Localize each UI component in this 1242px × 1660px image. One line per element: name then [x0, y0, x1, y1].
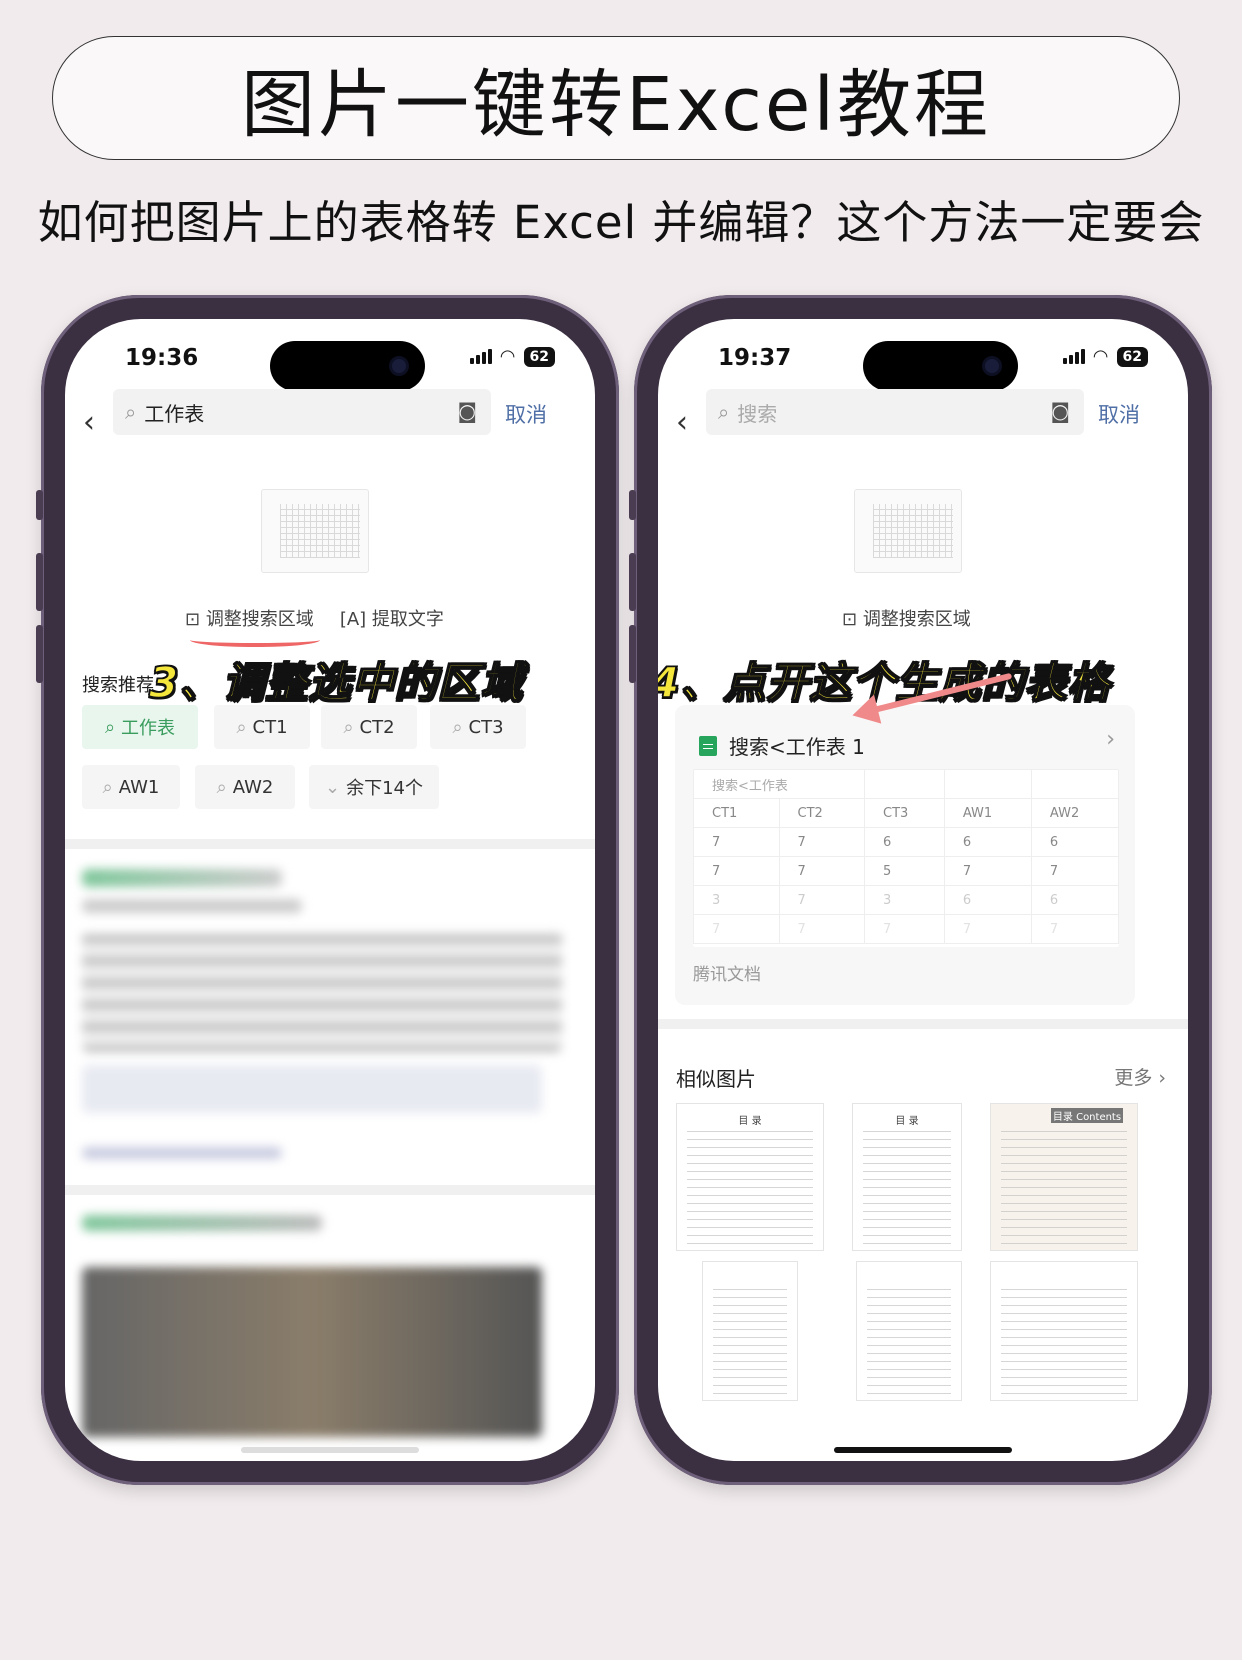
phone-left: 19:36 ◠ 62 ‹ ⌕ 工作表 ◙ 取消 ⊡ 调整搜索区域 [A] 提取文… — [36, 295, 619, 1485]
search-input[interactable]: ⌕ 搜索 ◙ — [706, 389, 1084, 435]
back-button[interactable]: ‹ — [676, 405, 688, 440]
table-header-cell: 搜索<工作表 — [693, 769, 866, 799]
crop-icon: ⊡ — [842, 609, 863, 630]
result-title: 搜索<工作表 1 — [699, 731, 865, 760]
search-value: 工作表 — [144, 401, 205, 426]
page-title: 图片一键转Excel教程 — [52, 36, 1180, 160]
blurred-result-line — [82, 1147, 282, 1159]
blurred-video-thumbnail — [82, 1267, 542, 1437]
adjust-region-button[interactable]: ⊡ 调整搜索区域 — [842, 605, 971, 631]
camera-icon[interactable]: ◙ — [458, 399, 477, 423]
similar-image[interactable] — [856, 1261, 962, 1401]
table-column-header: AW1 — [943, 798, 1032, 828]
table-row: 77577 — [693, 856, 1119, 886]
phone-button — [36, 625, 43, 683]
phone-button — [36, 490, 43, 520]
camera-icon[interactable]: ◙ — [1051, 399, 1070, 423]
battery-icon: 62 — [523, 346, 555, 367]
battery-icon: 62 — [1116, 346, 1148, 367]
home-indicator — [834, 1447, 1012, 1453]
search-image-thumbnail[interactable] — [854, 489, 962, 573]
blurred-result-image — [82, 931, 562, 1051]
text-scan-icon: [A] — [339, 609, 372, 630]
similar-images-label: 相似图片 — [676, 1067, 756, 1091]
chip-aw1[interactable]: ⌕ AW1 — [82, 765, 180, 809]
cancel-button[interactable]: 取消 — [1098, 399, 1140, 429]
section-divider — [65, 1185, 595, 1195]
table-preview: 搜索<工作表 CT1 CT2 CT3 AW1 AW2 77666 77577 3… — [693, 769, 1119, 947]
table-row: 77777 — [693, 914, 1119, 944]
phone-button — [629, 490, 636, 520]
spreadsheet-icon — [699, 735, 717, 756]
blurred-result-text — [82, 899, 302, 913]
step-annotation: 4、点开这个生成的表格 — [658, 657, 1111, 708]
extract-text-button[interactable]: [A] 提取文字 — [340, 605, 444, 631]
more-link[interactable]: 更多 › — [1114, 1063, 1166, 1090]
section-divider — [65, 839, 595, 849]
image-actions: ⊡ 调整搜索区域 [A] 提取文字 — [185, 605, 444, 631]
underline-mark — [190, 633, 320, 647]
phone-right: 19:37 ◠ 62 ‹ ⌕ 搜索 ◙ 取消 ⊡ 调整搜索区域 搜索<工作表 1… — [629, 295, 1212, 1485]
adjust-region-button[interactable]: ⊡ 调整搜索区域 — [185, 605, 314, 631]
table-row: 37366 — [693, 885, 1119, 915]
phone-button — [629, 625, 636, 683]
table-column-header: CT2 — [778, 798, 866, 828]
chip-worksheet[interactable]: ⌕ 工作表 — [82, 705, 198, 749]
status-icons: ◠ 62 — [1062, 346, 1148, 367]
similar-image[interactable]: 目 录 — [676, 1103, 824, 1251]
step-annotation: 3、调整选中的区域 — [148, 657, 524, 708]
result-source: 腾讯文档 — [693, 965, 761, 985]
search-placeholder: 搜索 — [737, 401, 778, 426]
signal-icon — [1062, 349, 1085, 364]
blurred-result-box — [82, 1065, 542, 1113]
blurred-result-title — [82, 869, 282, 887]
chevron-right-icon: › — [1106, 727, 1115, 752]
table-column-header: CT1 — [693, 798, 780, 828]
table-row: 77666 — [693, 827, 1119, 857]
search-icon: ⌕ — [718, 400, 730, 424]
dynamic-island — [863, 341, 1018, 391]
chip-ct2[interactable]: ⌕ CT2 — [321, 705, 417, 749]
table-column-header: AW2 — [1030, 798, 1119, 828]
cancel-button[interactable]: 取消 — [505, 399, 547, 429]
search-image-thumbnail[interactable] — [261, 489, 369, 573]
phone-button — [36, 553, 43, 611]
blurred-section-title — [82, 1215, 322, 1231]
recommend-label: 搜索推荐 — [82, 675, 154, 696]
signal-icon — [469, 349, 492, 364]
chip-aw2[interactable]: ⌕ AW2 — [195, 765, 295, 809]
similar-image[interactable] — [702, 1261, 798, 1401]
screen-right: 19:37 ◠ 62 ‹ ⌕ 搜索 ◙ 取消 ⊡ 调整搜索区域 搜索<工作表 1… — [658, 319, 1188, 1461]
status-time: 19:36 — [125, 345, 199, 371]
similar-image[interactable]: 目录 Contents — [990, 1103, 1138, 1251]
wifi-icon: ◠ — [499, 346, 516, 367]
similar-image[interactable]: 目 录 — [852, 1103, 962, 1251]
result-card[interactable]: 搜索<工作表 1 › 搜索<工作表 CT1 CT2 CT3 AW1 AW2 77… — [675, 705, 1135, 1005]
chip-ct1[interactable]: ⌕ CT1 — [214, 705, 310, 749]
search-input[interactable]: ⌕ 工作表 ◙ — [113, 389, 491, 435]
back-button[interactable]: ‹ — [83, 405, 95, 440]
search-icon: ⌕ — [125, 400, 137, 424]
status-icons: ◠ 62 — [469, 346, 555, 367]
phone-button — [629, 553, 636, 611]
page-subtitle: 如何把图片上的表格转 Excel 并编辑？这个方法一定要会 — [37, 196, 1205, 249]
chip-more[interactable]: ⌄ 余下14个 — [309, 765, 439, 809]
wifi-icon: ◠ — [1092, 346, 1109, 367]
image-actions: ⊡ 调整搜索区域 — [842, 605, 971, 631]
screen-left: 19:36 ◠ 62 ‹ ⌕ 工作表 ◙ 取消 ⊡ 调整搜索区域 [A] 提取文… — [65, 319, 595, 1461]
table-column-header: CT3 — [864, 798, 945, 828]
crop-icon: ⊡ — [185, 609, 206, 630]
chip-ct3[interactable]: ⌕ CT3 — [430, 705, 526, 749]
similar-image[interactable] — [990, 1261, 1138, 1401]
home-indicator — [241, 1447, 419, 1453]
section-divider — [658, 1019, 1188, 1029]
status-time: 19:37 — [718, 345, 792, 371]
dynamic-island — [270, 341, 425, 391]
